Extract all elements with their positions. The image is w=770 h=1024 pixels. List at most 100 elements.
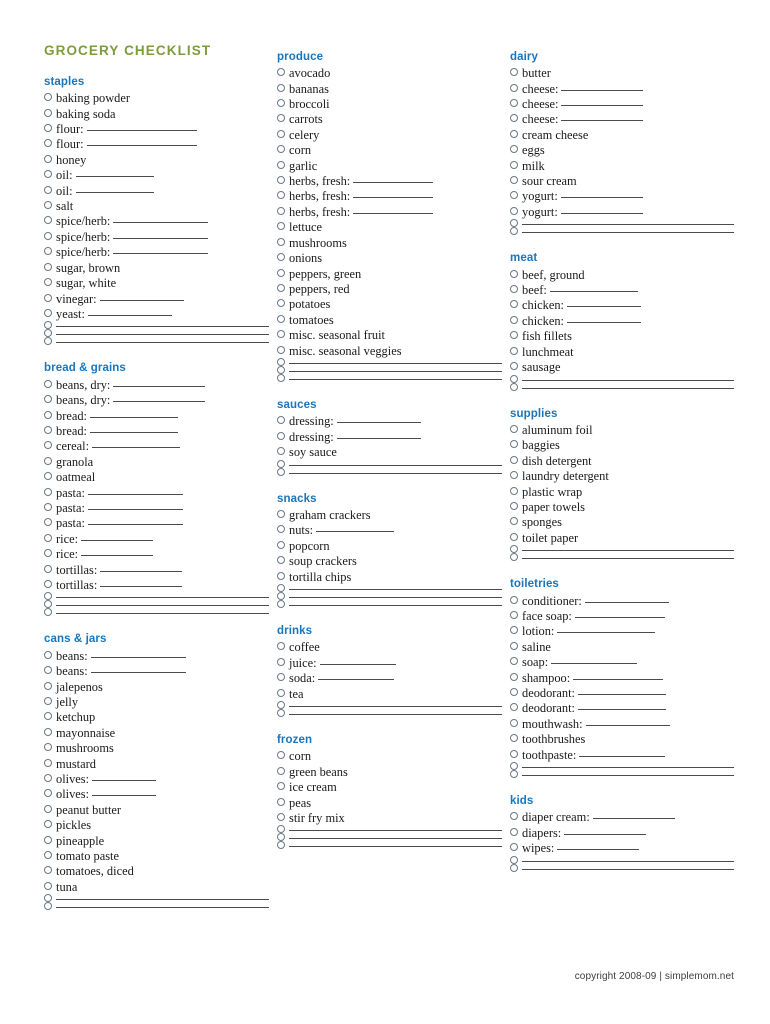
checklist-item[interactable]: soda: xyxy=(277,671,502,686)
write-in-line[interactable] xyxy=(522,860,734,862)
checklist-item[interactable]: toothpaste: xyxy=(510,748,734,763)
checkbox-circle-icon[interactable] xyxy=(510,206,518,215)
checklist-item[interactable]: conditioner: xyxy=(510,594,734,609)
checkbox-circle-icon[interactable] xyxy=(44,201,52,210)
checkbox-circle-icon[interactable] xyxy=(510,219,518,228)
checklist-item[interactable]: bread: xyxy=(44,409,269,424)
write-in-line[interactable] xyxy=(56,613,269,615)
checkbox-circle-icon[interactable] xyxy=(277,431,285,440)
checkbox-circle-icon[interactable] xyxy=(44,293,52,302)
checklist-item[interactable]: bananas xyxy=(277,82,502,97)
checklist-item[interactable]: green beans xyxy=(277,765,502,780)
checklist-item[interactable]: butter xyxy=(510,66,734,81)
checkbox-circle-icon[interactable] xyxy=(510,114,518,123)
checklist-item[interactable]: flour: xyxy=(44,122,269,137)
checkbox-circle-icon[interactable] xyxy=(510,176,518,185)
checkbox-circle-icon[interactable] xyxy=(510,641,518,650)
checklist-item[interactable]: graham crackers xyxy=(277,508,502,523)
checkbox-circle-icon[interactable] xyxy=(44,487,52,496)
checkbox-circle-icon[interactable] xyxy=(277,825,285,834)
checkbox-circle-icon[interactable] xyxy=(277,253,285,262)
checkbox-circle-icon[interactable] xyxy=(510,672,518,681)
checkbox-circle-icon[interactable] xyxy=(277,509,285,518)
checkbox-circle-icon[interactable] xyxy=(510,734,518,743)
checkbox-circle-icon[interactable] xyxy=(510,827,518,836)
checklist-item[interactable]: laundry detergent xyxy=(510,469,734,484)
checkbox-circle-icon[interactable] xyxy=(44,518,52,527)
write-in-line[interactable] xyxy=(113,222,209,224)
checklist-item[interactable]: stir fry mix xyxy=(277,811,502,826)
checkbox-circle-icon[interactable] xyxy=(277,556,285,565)
write-in-line[interactable] xyxy=(289,370,502,372)
write-in-line[interactable] xyxy=(561,105,644,107)
checkbox-circle-icon[interactable] xyxy=(277,176,285,185)
checklist-item[interactable]: ketchup xyxy=(44,710,269,725)
checkbox-circle-icon[interactable] xyxy=(510,424,518,433)
checklist-item[interactable]: beans: xyxy=(44,664,269,679)
checklist-item-blank[interactable] xyxy=(510,761,734,771)
checkbox-circle-icon[interactable] xyxy=(44,902,52,911)
write-in-line[interactable] xyxy=(522,558,734,560)
write-in-line[interactable] xyxy=(289,705,502,707)
checkbox-circle-icon[interactable] xyxy=(277,447,285,456)
write-in-line[interactable] xyxy=(87,508,183,510)
checklist-item[interactable]: yogurt: xyxy=(510,205,734,220)
checkbox-circle-icon[interactable] xyxy=(44,533,52,542)
write-in-line[interactable] xyxy=(86,145,197,147)
checkbox-circle-icon[interactable] xyxy=(277,766,285,775)
checkbox-circle-icon[interactable] xyxy=(510,440,518,449)
checklist-item-blank[interactable] xyxy=(510,227,734,236)
checkbox-circle-icon[interactable] xyxy=(44,337,52,346)
checkbox-circle-icon[interactable] xyxy=(277,571,285,580)
checklist-item[interactable]: cereal: xyxy=(44,439,269,454)
checkbox-circle-icon[interactable] xyxy=(277,330,285,339)
checklist-item[interactable]: tortillas: xyxy=(44,563,269,578)
checkbox-circle-icon[interactable] xyxy=(277,841,285,850)
checklist-item[interactable]: tea xyxy=(277,687,502,702)
checkbox-circle-icon[interactable] xyxy=(510,769,518,778)
checklist-item-blank[interactable] xyxy=(510,855,734,865)
checkbox-circle-icon[interactable] xyxy=(44,866,52,875)
write-in-line[interactable] xyxy=(113,237,209,239)
checklist-item[interactable]: pickles xyxy=(44,818,269,833)
write-in-line[interactable] xyxy=(87,524,183,526)
checkbox-circle-icon[interactable] xyxy=(277,365,285,374)
checklist-item[interactable]: lunchmeat xyxy=(510,345,734,360)
checklist-item[interactable]: spice/herb: xyxy=(44,214,269,229)
write-in-line[interactable] xyxy=(549,291,638,293)
write-in-line[interactable] xyxy=(113,385,206,387)
checklist-item[interactable]: herbs, fresh: xyxy=(277,205,502,220)
write-in-line[interactable] xyxy=(113,401,206,403)
checkbox-circle-icon[interactable] xyxy=(44,820,52,829)
write-in-line[interactable] xyxy=(557,849,640,851)
checklist-item-blank[interactable] xyxy=(277,599,502,609)
write-in-line[interactable] xyxy=(522,387,734,389)
write-in-line[interactable] xyxy=(522,766,734,768)
checkbox-circle-icon[interactable] xyxy=(510,269,518,278)
checkbox-circle-icon[interactable] xyxy=(277,467,285,476)
write-in-line[interactable] xyxy=(289,378,502,380)
checkbox-circle-icon[interactable] xyxy=(44,894,52,903)
checklist-item[interactable]: avocado xyxy=(277,66,502,81)
checkbox-circle-icon[interactable] xyxy=(510,610,518,619)
checkbox-circle-icon[interactable] xyxy=(510,532,518,541)
write-in-line[interactable] xyxy=(573,678,664,680)
checkbox-circle-icon[interactable] xyxy=(44,881,52,890)
checkbox-circle-icon[interactable] xyxy=(277,357,285,366)
checkbox-circle-icon[interactable] xyxy=(277,160,285,169)
checklist-item[interactable]: jelly xyxy=(44,695,269,710)
checklist-item-blank[interactable] xyxy=(277,467,502,477)
checkbox-circle-icon[interactable] xyxy=(277,459,285,468)
checklist-item-blank[interactable] xyxy=(277,825,502,834)
write-in-line[interactable] xyxy=(318,679,395,681)
write-in-line[interactable] xyxy=(99,299,184,301)
checkbox-circle-icon[interactable] xyxy=(44,456,52,465)
checkbox-circle-icon[interactable] xyxy=(44,93,52,102)
write-in-line[interactable] xyxy=(289,713,502,715)
write-in-line[interactable] xyxy=(353,197,434,199)
write-in-line[interactable] xyxy=(522,550,734,552)
write-in-line[interactable] xyxy=(92,795,157,797)
checklist-item[interactable]: garlic xyxy=(277,159,502,174)
checkbox-circle-icon[interactable] xyxy=(277,222,285,231)
checkbox-circle-icon[interactable] xyxy=(277,83,285,92)
